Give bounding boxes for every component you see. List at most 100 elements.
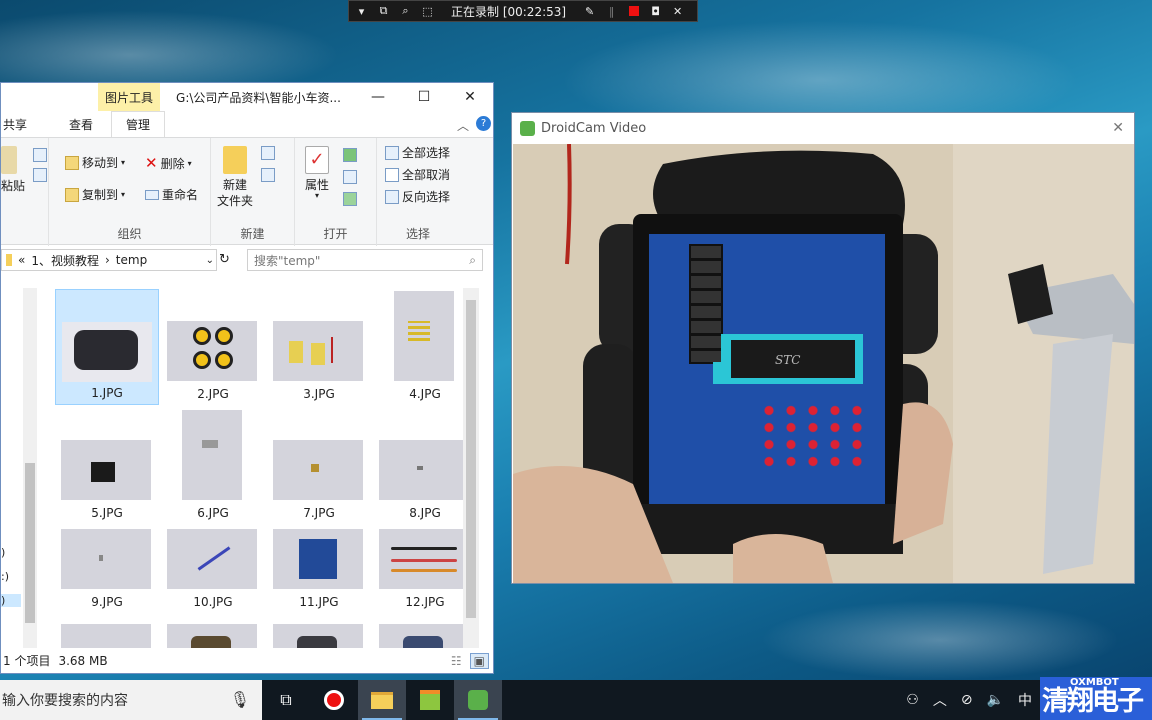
maximize-button[interactable]: ☐ — [401, 89, 447, 105]
task-view-button[interactable]: ⧉ — [262, 680, 310, 720]
details-view-icon[interactable]: ☷ — [451, 654, 462, 668]
breadcrumb-parent[interactable]: 1、视频教程 — [31, 252, 99, 269]
open-group: ✓ 属性 ▾ 打开 — [295, 138, 377, 246]
status-bar: 1 个项目 3.68 MB ☷ ▣ — [1, 648, 493, 673]
region-icon[interactable]: ⬚ — [421, 5, 434, 18]
close-button[interactable]: ✕ — [447, 89, 493, 105]
cut-icon[interactable] — [33, 148, 47, 162]
file-tile[interactable]: 1.JPG — [55, 289, 159, 405]
pen-icon[interactable]: ✎ — [583, 5, 596, 18]
file-tile[interactable]: 2.JPG — [161, 289, 265, 405]
mcu-chip-label: STC — [775, 353, 801, 367]
rename-button[interactable]: 重命名 — [145, 186, 198, 203]
microphone-icon[interactable]: 🎙 — [230, 690, 250, 709]
people-icon[interactable]: ⚇ — [906, 692, 919, 708]
group-label-organize: 组织 — [117, 227, 142, 241]
move-icon — [65, 155, 79, 170]
search-input[interactable]: 搜索"temp" ⌕ — [247, 249, 483, 271]
close-icon[interactable]: ✕ — [1112, 120, 1124, 136]
refresh-icon[interactable]: ↻ — [219, 252, 230, 267]
stop-icon[interactable] — [627, 5, 640, 18]
new-folder-button[interactable]: 新建 文件夹 — [217, 146, 253, 209]
close-icon[interactable]: ✕ — [671, 5, 684, 18]
select-none-icon — [385, 167, 399, 182]
recorder-taskbar-button[interactable] — [310, 680, 358, 720]
recording-status: 正在录制 [00:22:53] — [451, 4, 567, 19]
tab-manage[interactable]: 管理 — [111, 111, 166, 137]
help-icon[interactable]: ? — [476, 116, 491, 131]
droidcam-taskbar-button[interactable] — [454, 680, 502, 720]
file-tile[interactable]: 10.JPG — [161, 497, 265, 613]
collapse-ribbon-icon[interactable]: ︿ — [457, 117, 469, 134]
content-area: ) :) ) 1.JPG 2.JPG 3.JPG 4.JPG 5.JPG 6.J… — [1, 288, 493, 650]
pause-icon[interactable]: ‖ — [605, 5, 618, 18]
rename-icon — [145, 189, 159, 200]
thumbnail — [61, 624, 151, 650]
taskbar-search[interactable]: 输入你要搜索的内容 🎙 — [0, 680, 262, 720]
nav-scrollbar-thumb[interactable] — [25, 463, 35, 623]
file-tile[interactable] — [55, 618, 159, 650]
ime-indicator[interactable]: 中 — [1018, 690, 1032, 710]
file-scrollbar-thumb[interactable] — [466, 300, 476, 618]
minimize-button[interactable]: — — [355, 89, 401, 105]
large-icons-view-icon[interactable]: ▣ — [469, 652, 489, 669]
select-none-button[interactable]: 全部取消 — [385, 166, 450, 183]
delete-icon: ✕ — [145, 154, 158, 172]
camera-icon[interactable]: ◘ — [649, 5, 662, 18]
button-matrix — [758, 402, 868, 472]
edit-icon[interactable] — [343, 170, 357, 184]
collapse-icon[interactable]: ▾ — [355, 5, 368, 18]
paste-button[interactable]: 粘贴 — [1, 146, 25, 194]
file-tile[interactable]: 9.JPG — [55, 497, 159, 613]
file-tile[interactable]: 11.JPG — [267, 497, 371, 613]
picture-tools-tab[interactable]: 图片工具 — [98, 83, 161, 111]
file-tile[interactable]: 3.JPG — [267, 289, 371, 405]
file-explorer-taskbar-button[interactable] — [358, 680, 406, 720]
breadcrumb-current[interactable]: temp — [116, 253, 147, 267]
file-tile[interactable] — [161, 618, 265, 650]
group-label-new: 新建 — [240, 227, 265, 241]
address-bar[interactable]: « 1、视频教程 › temp ⌄ — [1, 249, 217, 271]
thumbnail — [379, 440, 469, 500]
file-tile[interactable]: 4.JPG — [373, 289, 477, 405]
search-icon[interactable]: ⌕ — [399, 4, 412, 18]
thumbnail — [61, 440, 151, 500]
invert-selection-button[interactable]: 反向选择 — [385, 188, 450, 205]
copy-to-button[interactable]: 复制到 ▾ — [65, 186, 125, 203]
selected-count: 1 个项目 — [3, 654, 51, 668]
thumbnail — [61, 529, 151, 589]
tab-share[interactable]: 共享 — [1, 116, 41, 133]
address-dropdown-icon[interactable]: ⌄ — [206, 255, 214, 266]
select-all-button[interactable]: 全部选择 — [385, 144, 450, 161]
thumbnail — [167, 529, 257, 589]
thumbnail — [273, 529, 363, 589]
network-icon[interactable]: ⊘ — [961, 692, 973, 708]
volume-icon[interactable]: 🔈 — [987, 692, 1004, 708]
thumbnail — [273, 321, 363, 381]
folder-icon — [223, 146, 247, 174]
properties-button[interactable]: ✓ 属性 ▾ — [305, 146, 329, 200]
thumbnail — [167, 321, 257, 381]
tab-view[interactable]: 查看 — [55, 116, 107, 133]
droidcam-title-bar: DroidCam Video ✕ — [512, 113, 1134, 143]
seven-segment-display — [691, 246, 721, 362]
move-to-button[interactable]: 移动到 ▾ — [65, 154, 125, 171]
file-grid: 1.JPG 2.JPG 3.JPG 4.JPG 5.JPG 6.JPG 7.JP… — [37, 288, 479, 650]
delete-button[interactable]: ✕ 删除 ▾ — [145, 154, 192, 172]
system-tray: ⚇ ︿ ⊘ 🔈 中 — [906, 680, 1032, 720]
taskbar: 输入你要搜索的内容 🎙 ⧉ ⚇ ︿ ⊘ 🔈 中 — [0, 680, 1152, 720]
copy-path-icon[interactable] — [33, 168, 47, 182]
history-icon[interactable] — [343, 192, 357, 206]
chevron-up-icon[interactable]: ︿ — [933, 690, 947, 710]
easy-access-icon[interactable] — [261, 168, 275, 182]
file-tile[interactable] — [267, 618, 371, 650]
droidcam-title: DroidCam Video — [541, 120, 647, 136]
file-tile[interactable]: 12.JPG — [373, 497, 477, 613]
file-tile[interactable] — [373, 618, 477, 650]
notepad-icon — [420, 690, 440, 710]
open-icon[interactable] — [343, 148, 357, 162]
notepad-taskbar-button[interactable] — [406, 680, 454, 720]
new-item-icon[interactable] — [261, 146, 275, 160]
window-icon[interactable]: ⧉ — [377, 4, 390, 18]
video-frame — [513, 144, 1134, 583]
